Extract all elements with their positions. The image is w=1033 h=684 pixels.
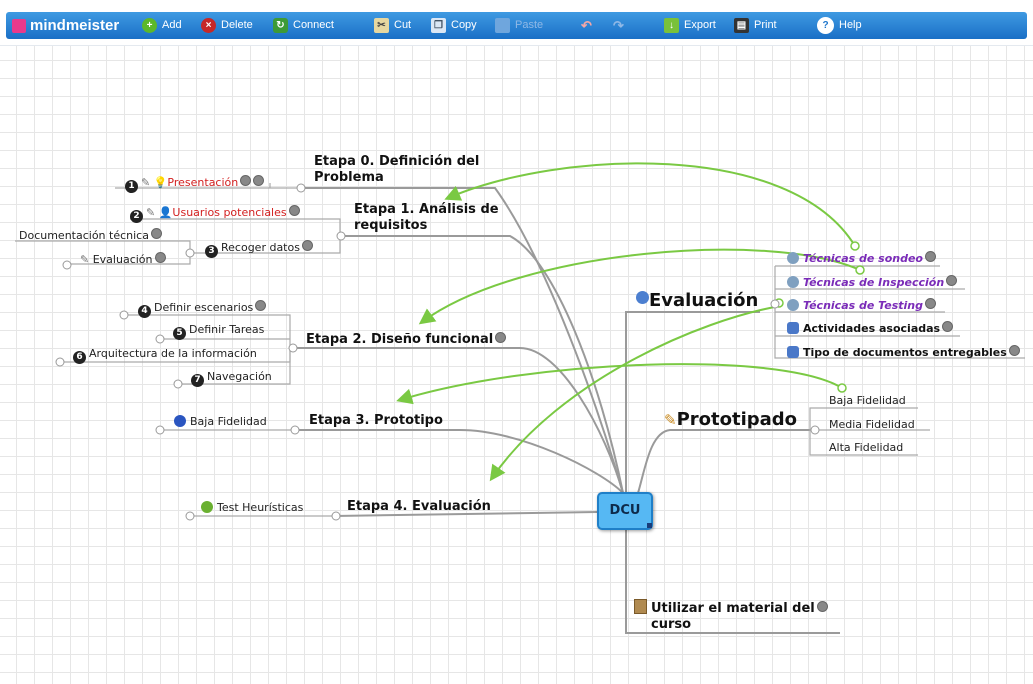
resize-handle[interactable]: [647, 523, 652, 528]
priority-3-icon: 3: [205, 245, 218, 258]
branch-prototipado: [637, 429, 810, 494]
document-icon: [787, 322, 799, 334]
node-etapa2[interactable]: Etapa 2. Diseño funcional: [306, 332, 507, 348]
node-tecnicas-inspeccion[interactable]: Técnicas de Inspección: [787, 275, 958, 289]
node-test-heuristicas[interactable]: Test Heurísticas: [201, 501, 303, 514]
globe-icon: [787, 299, 799, 311]
info-icon: [253, 175, 265, 186]
node-usuarios-potenciales[interactable]: 2 ✎ 👤Usuarios potenciales: [130, 205, 300, 223]
node-etapa3[interactable]: Etapa 3. Prototipo: [309, 413, 443, 429]
node-prototipado[interactable]: ✎Prototipado: [664, 409, 797, 430]
node-etapa4[interactable]: Etapa 4. Evaluación: [347, 499, 491, 515]
node-baja-fidelidad[interactable]: Baja Fidelidad: [829, 394, 906, 407]
info-icon: [240, 175, 252, 186]
priority-2-icon: 2: [130, 210, 143, 223]
info-icon: [1008, 345, 1020, 356]
node-etapa0[interactable]: Etapa 0. Definición del Problema: [314, 154, 479, 186]
info-icon: [154, 252, 166, 263]
node-tipo-documentos[interactable]: Tipo de documentos entregables: [787, 345, 1020, 359]
node-tecnicas-testing[interactable]: Técnicas de Testing: [787, 298, 936, 312]
pencil-icon: ✎: [664, 411, 677, 429]
globe-icon: [787, 276, 799, 288]
node-utilizar-material[interactable]: Utilizar el material del curso: [634, 599, 828, 633]
link-testing-etapa4: [489, 305, 781, 482]
priority-4-icon: 4: [138, 305, 151, 318]
info-icon: [301, 240, 313, 251]
node-actividades-asociadas[interactable]: Actividades asociadas: [787, 321, 954, 335]
node-arquitectura[interactable]: 6 Arquitectura de la información: [73, 347, 257, 364]
priority-7-icon: 7: [191, 374, 204, 387]
info-badge-icon: [636, 291, 649, 304]
link-prototipado-etapa3: [396, 363, 843, 405]
info-icon: [946, 275, 958, 286]
priority-6-icon: 6: [73, 351, 86, 364]
info-icon: [150, 228, 162, 239]
node-baja-fidelidad-etapa3[interactable]: Baja Fidelidad: [174, 415, 267, 428]
attachment-icon: ✎: [146, 206, 156, 219]
priority-1-icon: 1: [125, 180, 138, 193]
node-media-fidelidad[interactable]: Media Fidelidad: [829, 418, 915, 431]
node-tecnicas-sondeo[interactable]: Técnicas de sondeo: [787, 251, 936, 265]
branch-etapa3: [295, 429, 624, 494]
book-icon: [634, 599, 647, 614]
node-presentacion[interactable]: 1 ✎ 💡Presentación: [125, 175, 265, 193]
info-icon: [942, 321, 954, 332]
node-evaluacion-req[interactable]: ✎ Evaluación: [80, 252, 166, 266]
user-icon: 👤: [158, 206, 173, 219]
node-etapa1[interactable]: Etapa 1. Análisis de requisitos: [354, 202, 499, 234]
mindmap-connections: [15, 162, 1025, 634]
attachment-icon: ✎: [80, 253, 90, 266]
node-evaluacion[interactable]: Evaluación: [636, 290, 758, 311]
info-icon: [924, 298, 936, 309]
node-recoger-datos[interactable]: 3 Recoger datos: [205, 240, 313, 258]
lightbulb-icon: 💡: [153, 176, 168, 189]
node-definir-tareas[interactable]: 5 Definir Tareas: [173, 323, 264, 340]
globe-icon: [787, 252, 799, 264]
green-circle-icon: [201, 501, 213, 513]
info-icon: [255, 300, 267, 311]
document-icon: [787, 346, 799, 358]
attachment-icon: ✎: [141, 176, 151, 189]
node-definir-escenarios[interactable]: 4 Definir escenarios: [138, 300, 267, 318]
info-icon: [288, 205, 300, 216]
info-icon: [816, 601, 828, 612]
link-sondeo-etapa0: [444, 162, 856, 247]
node-navegacion[interactable]: 7 Navegación: [191, 370, 272, 387]
info-icon: [495, 332, 507, 343]
node-alta-fidelidad[interactable]: Alta Fidelidad: [829, 441, 903, 454]
info-icon: [924, 251, 936, 262]
root-node[interactable]: DCU: [597, 492, 653, 530]
node-documentacion-tecnica[interactable]: Documentación técnica: [19, 228, 162, 242]
priority-5-icon: 5: [173, 327, 186, 340]
blue-circle-icon: [174, 415, 186, 427]
